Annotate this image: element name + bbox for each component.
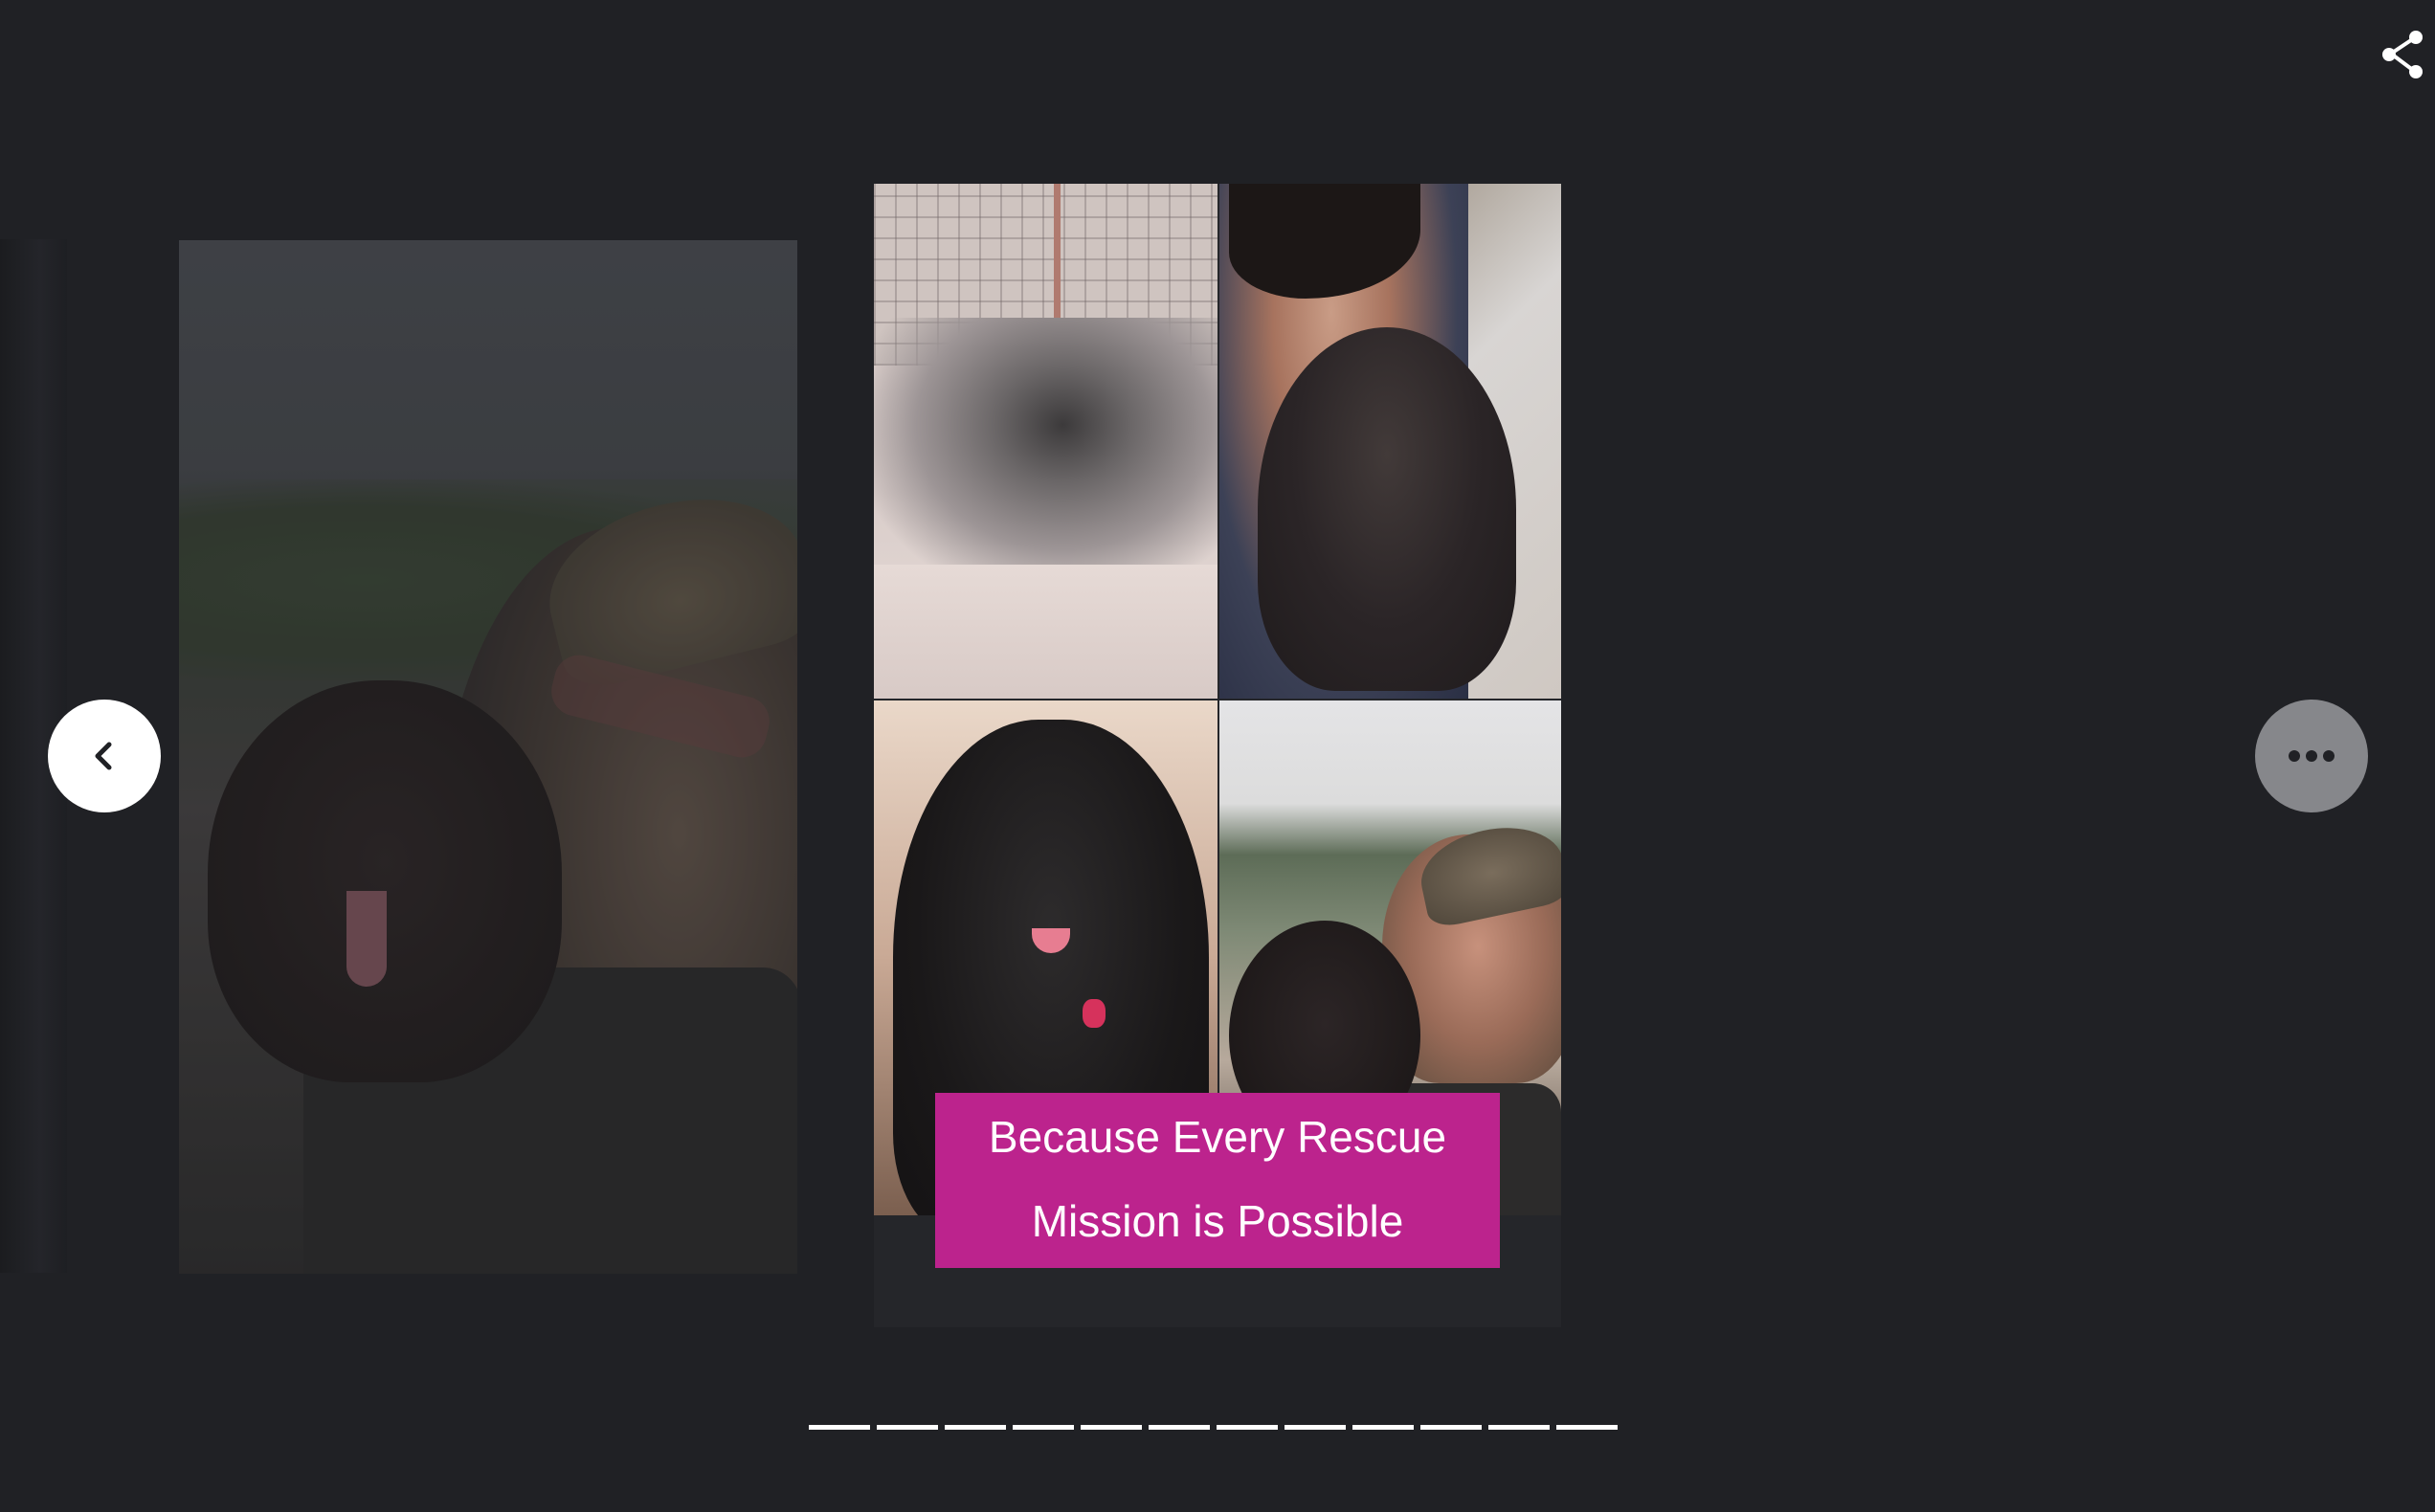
caption-line-2: Mission is Possible xyxy=(1031,1195,1404,1246)
progress-segment xyxy=(1013,1425,1074,1430)
more-options-button[interactable] xyxy=(2255,700,2368,812)
chevron-left-icon xyxy=(95,742,112,770)
progress-segment xyxy=(1217,1425,1278,1430)
progress-segment xyxy=(1556,1425,1618,1430)
progress-segment xyxy=(1352,1425,1414,1430)
slide-dim-overlay xyxy=(179,240,797,1274)
progress-segment xyxy=(1488,1425,1550,1430)
more-horizontal-icon xyxy=(2289,750,2334,762)
photo-sick-dog xyxy=(874,184,1218,699)
story-caption: Because Every Rescue Mission is Possible xyxy=(935,1093,1500,1268)
share-button[interactable] xyxy=(2378,29,2427,82)
previous-slide-button[interactable] xyxy=(48,700,161,812)
progress-segment xyxy=(1420,1425,1482,1430)
story-progress-bar xyxy=(809,1425,1618,1430)
progress-segment xyxy=(1285,1425,1346,1430)
share-icon xyxy=(2382,31,2423,78)
story-slide-previous[interactable] xyxy=(179,240,797,1274)
puppy-figure xyxy=(1258,327,1516,691)
floor xyxy=(874,565,1218,699)
sick-dog-body xyxy=(874,318,1218,586)
story-slide-current[interactable]: Because Every Rescue Mission is Possible xyxy=(874,184,1561,1327)
progress-segment xyxy=(1149,1425,1210,1430)
dog-tag xyxy=(1083,999,1106,1028)
progress-segment xyxy=(877,1425,938,1430)
fence-post xyxy=(1054,184,1061,337)
progress-segment xyxy=(1081,1425,1142,1430)
photo-woman-with-puppy xyxy=(1219,184,1561,699)
progress-segment xyxy=(809,1425,870,1430)
progress-segment xyxy=(945,1425,1006,1430)
caption-line-1: Because Every Rescue xyxy=(988,1111,1447,1162)
